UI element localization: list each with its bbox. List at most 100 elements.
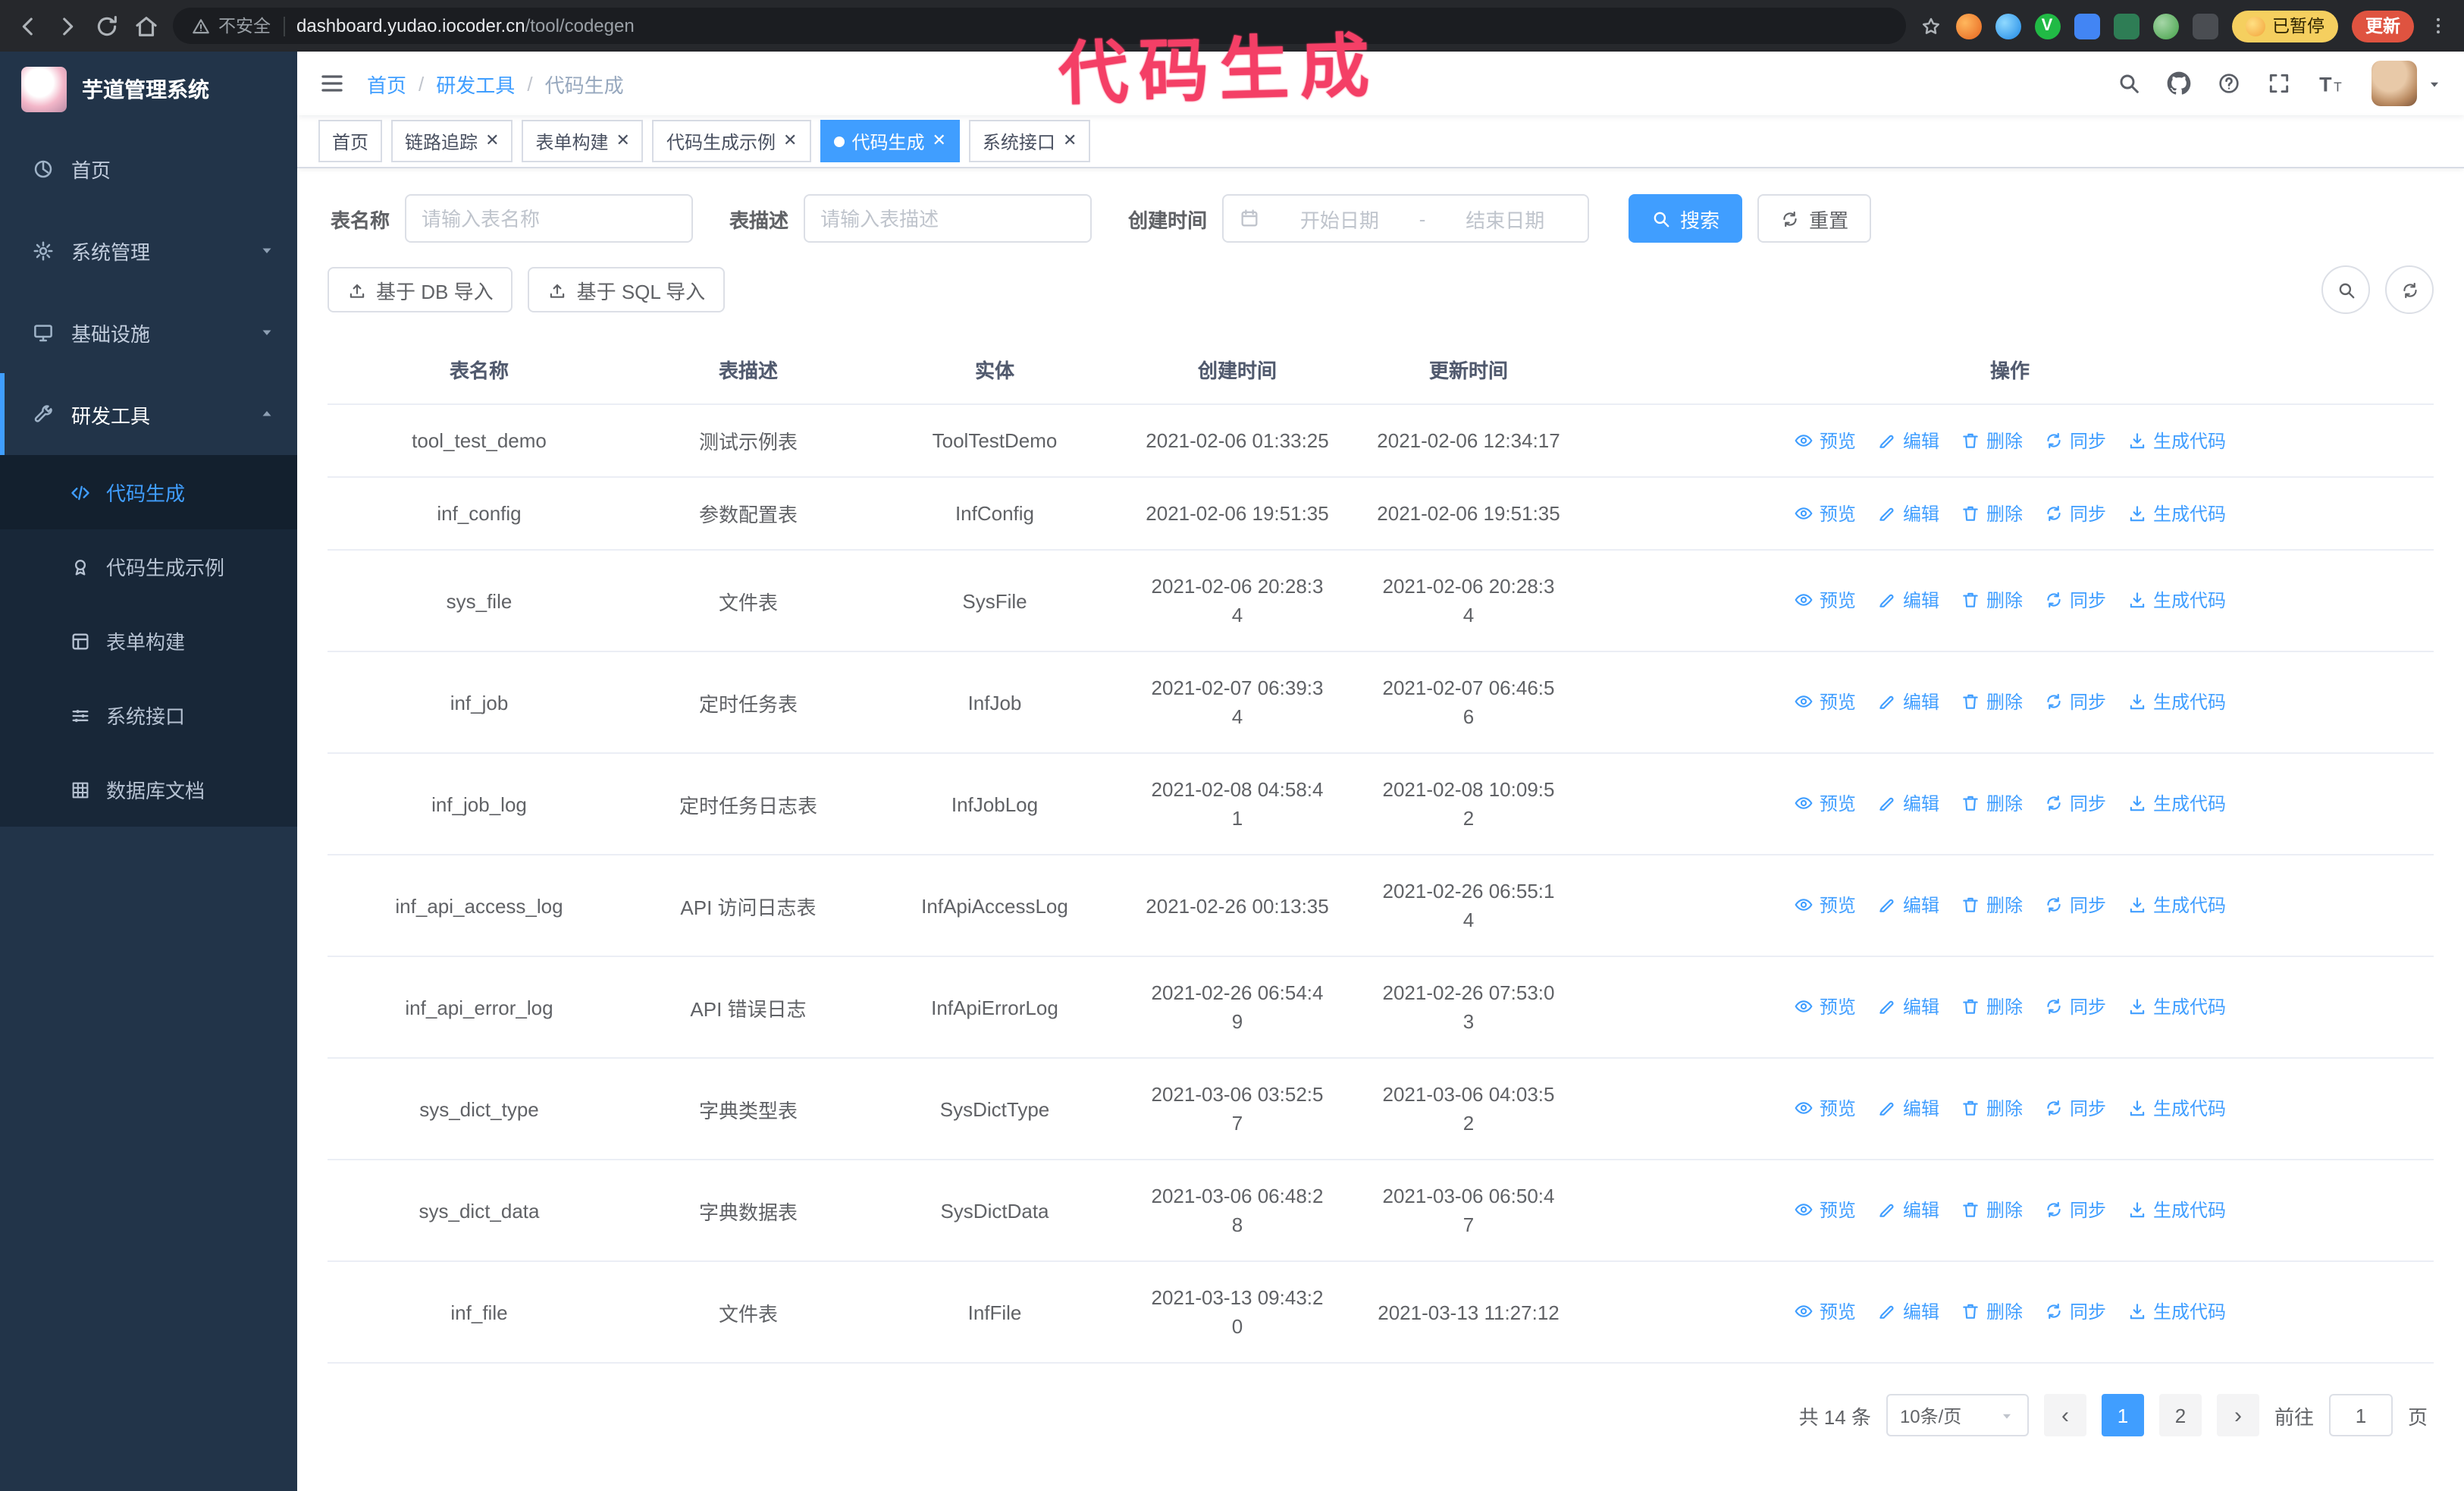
- edit-link[interactable]: 编辑: [1877, 427, 1939, 453]
- sidebar-item-form-builder[interactable]: 表单构建: [0, 604, 297, 678]
- tab-codegen-example[interactable]: 代码生成示例 ✕: [652, 120, 811, 162]
- edit-link[interactable]: 编辑: [1877, 1298, 1939, 1324]
- delete-link[interactable]: 删除: [1961, 427, 2023, 453]
- app-logo[interactable]: 芋道管理系统: [0, 52, 297, 127]
- sync-link[interactable]: 同步: [2044, 500, 2106, 526]
- sync-link[interactable]: 同步: [2044, 587, 2106, 613]
- fox-extension-icon[interactable]: [1955, 13, 1981, 39]
- close-icon[interactable]: ✕: [932, 132, 945, 149]
- tab-code-generation[interactable]: 代码生成 ✕: [820, 120, 960, 162]
- delete-link[interactable]: 删除: [1961, 1095, 2023, 1121]
- generate-code-link[interactable]: 生成代码: [2127, 1095, 2226, 1121]
- close-icon[interactable]: ✕: [783, 132, 797, 149]
- droplet-extension-icon[interactable]: [1995, 13, 2020, 39]
- table-name-input[interactable]: [405, 194, 694, 243]
- sidebar-item-infrastructure[interactable]: 基础设施: [0, 291, 297, 373]
- preview-link[interactable]: 预览: [1794, 689, 1856, 714]
- breadcrumb-home[interactable]: 首页: [367, 69, 406, 98]
- sidebar-item-system-api[interactable]: 系统接口: [0, 678, 297, 752]
- toggle-search-button[interactable]: [2321, 265, 2370, 314]
- preview-link[interactable]: 预览: [1794, 1095, 1856, 1121]
- hamburger-icon[interactable]: [318, 70, 346, 97]
- edit-link[interactable]: 编辑: [1877, 993, 1939, 1019]
- page-button-2[interactable]: 2: [2158, 1394, 2202, 1436]
- edit-link[interactable]: 编辑: [1877, 892, 1939, 918]
- browser-forward-icon[interactable]: [55, 13, 80, 39]
- profile-paused-badge[interactable]: 已暂停: [2231, 10, 2338, 42]
- reset-button[interactable]: 重置: [1757, 194, 1872, 243]
- edit-link[interactable]: 编辑: [1877, 1197, 1939, 1223]
- browser-update-button[interactable]: 更新: [2352, 10, 2414, 42]
- generate-code-link[interactable]: 生成代码: [2127, 1197, 2226, 1223]
- tab-home[interactable]: 首页: [318, 120, 383, 162]
- v-circle-extension-icon[interactable]: V: [2034, 13, 2060, 39]
- delete-link[interactable]: 删除: [1961, 993, 2023, 1019]
- goto-page-input[interactable]: [2328, 1394, 2393, 1436]
- generate-code-link[interactable]: 生成代码: [2127, 892, 2226, 918]
- edit-link[interactable]: 编辑: [1877, 790, 1939, 816]
- sync-link[interactable]: 同步: [2044, 1197, 2106, 1223]
- generate-code-link[interactable]: 生成代码: [2127, 500, 2226, 526]
- generate-code-link[interactable]: 生成代码: [2127, 427, 2226, 453]
- tab-tracing[interactable]: 链路追踪 ✕: [391, 120, 513, 162]
- capture-extension-icon[interactable]: [2113, 13, 2139, 39]
- help-icon[interactable]: [2217, 71, 2241, 96]
- sync-link[interactable]: 同步: [2044, 993, 2106, 1019]
- generate-code-link[interactable]: 生成代码: [2127, 790, 2226, 816]
- browser-menu-kebab-icon[interactable]: [2428, 15, 2449, 36]
- preview-link[interactable]: 预览: [1794, 587, 1856, 613]
- preview-link[interactable]: 预览: [1794, 892, 1856, 918]
- date-range-picker[interactable]: 开始日期 - 结束日期: [1222, 194, 1590, 243]
- sync-link[interactable]: 同步: [2044, 427, 2106, 453]
- sync-link[interactable]: 同步: [2044, 689, 2106, 714]
- security-indicator[interactable]: 不安全: [191, 14, 271, 38]
- preview-link[interactable]: 预览: [1794, 993, 1856, 1019]
- import-sql-button[interactable]: 基于 SQL 导入: [528, 267, 726, 312]
- edit-link[interactable]: 编辑: [1877, 1095, 1939, 1121]
- search-icon[interactable]: [2117, 71, 2141, 96]
- fullscreen-icon[interactable]: [2267, 71, 2291, 96]
- breadcrumb-dev-tools[interactable]: 研发工具: [436, 69, 515, 98]
- browser-home-icon[interactable]: [133, 13, 159, 39]
- delete-link[interactable]: 删除: [1961, 892, 2023, 918]
- edit-link[interactable]: 编辑: [1877, 587, 1939, 613]
- preview-link[interactable]: 预览: [1794, 1298, 1856, 1324]
- page-button-1[interactable]: 1: [2101, 1394, 2144, 1436]
- edit-link[interactable]: 编辑: [1877, 689, 1939, 714]
- leaf-extension-icon[interactable]: [2152, 13, 2178, 39]
- table-desc-input[interactable]: [804, 194, 1092, 243]
- delete-link[interactable]: 删除: [1961, 689, 2023, 714]
- edit-link[interactable]: 编辑: [1877, 500, 1939, 526]
- generate-code-link[interactable]: 生成代码: [2127, 689, 2226, 714]
- puzzle-extension-icon[interactable]: [2192, 13, 2218, 39]
- browser-back-icon[interactable]: [15, 13, 41, 39]
- sync-link[interactable]: 同步: [2044, 1095, 2106, 1121]
- refresh-table-button[interactable]: [2385, 265, 2434, 314]
- address-bar[interactable]: 不安全 dashboard.yudao.iocoder.cn/tool/code…: [173, 8, 1905, 44]
- import-db-button[interactable]: 基于 DB 导入: [328, 267, 513, 312]
- delete-link[interactable]: 删除: [1961, 1298, 2023, 1324]
- tab-form-builder[interactable]: 表单构建 ✕: [522, 120, 644, 162]
- sync-link[interactable]: 同步: [2044, 1298, 2106, 1324]
- sync-link[interactable]: 同步: [2044, 892, 2106, 918]
- preview-link[interactable]: 预览: [1794, 790, 1856, 816]
- search-button[interactable]: 搜索: [1629, 194, 1743, 243]
- close-icon[interactable]: ✕: [1063, 132, 1077, 149]
- sidebar-item-db-doc[interactable]: 数据库文档: [0, 752, 297, 827]
- sidebar-item-system-management[interactable]: 系统管理: [0, 209, 297, 291]
- sync-link[interactable]: 同步: [2044, 790, 2106, 816]
- close-icon[interactable]: ✕: [485, 132, 499, 149]
- bookmark-star-icon[interactable]: [1919, 14, 1942, 37]
- sidebar-item-code-generation[interactable]: 代码生成: [0, 455, 297, 529]
- sidebar-item-dev-tools[interactable]: 研发工具: [0, 373, 297, 455]
- generate-code-link[interactable]: 生成代码: [2127, 587, 2226, 613]
- sidebar-item-codegen-example[interactable]: 代码生成示例: [0, 529, 297, 604]
- github-icon[interactable]: [2167, 71, 2191, 96]
- delete-link[interactable]: 删除: [1961, 790, 2023, 816]
- prev-page-button[interactable]: ‹: [2043, 1394, 2086, 1436]
- preview-link[interactable]: 预览: [1794, 1197, 1856, 1223]
- generate-code-link[interactable]: 生成代码: [2127, 1298, 2226, 1324]
- people-extension-icon[interactable]: [2074, 13, 2099, 39]
- sidebar-item-home[interactable]: 首页: [0, 127, 297, 209]
- preview-link[interactable]: 预览: [1794, 500, 1856, 526]
